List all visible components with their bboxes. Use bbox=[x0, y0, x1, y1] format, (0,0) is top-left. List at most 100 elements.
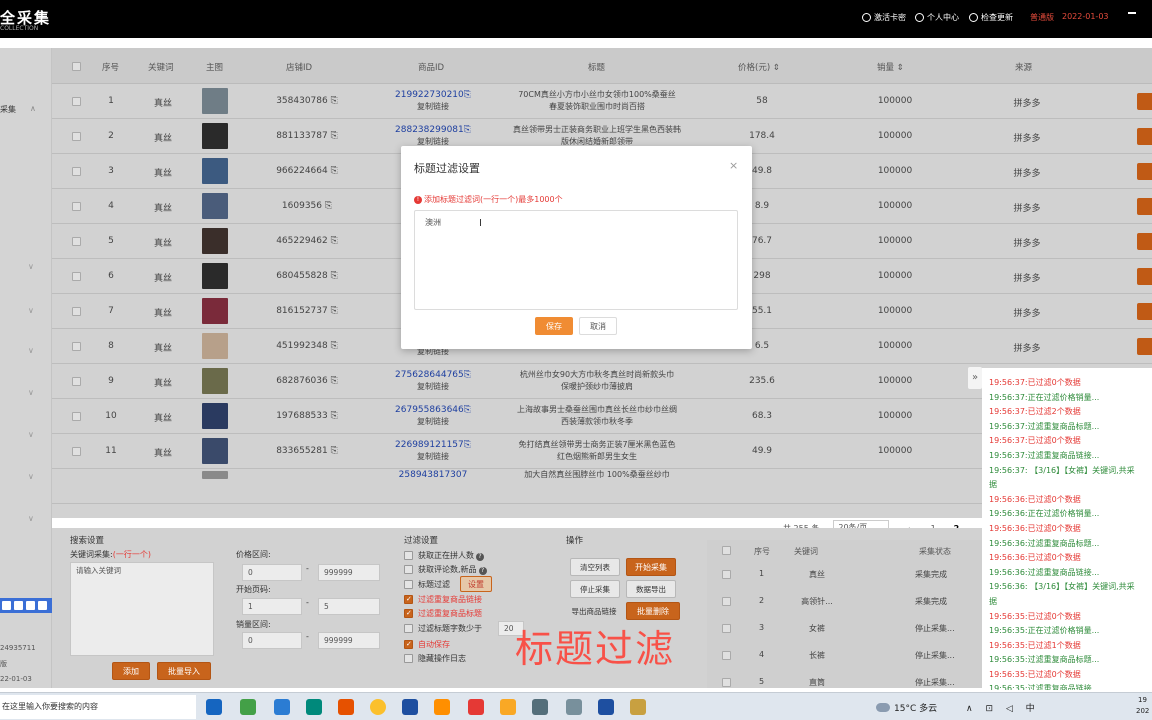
user-center-button[interactable]: 个人中心 bbox=[915, 12, 959, 23]
get-group-count-checkbox[interactable] bbox=[404, 551, 413, 560]
export-data-button[interactable]: 数据导出 bbox=[626, 580, 676, 598]
app-icon[interactable] bbox=[434, 699, 450, 715]
product-image[interactable] bbox=[202, 438, 228, 464]
row-shop-id[interactable]: 966224664 ⎘ bbox=[262, 166, 352, 176]
system-tray[interactable]: ∧ ⊡ ◁ 中 bbox=[966, 701, 1040, 714]
minimize-button[interactable] bbox=[1128, 12, 1136, 14]
title-filter-settings-button[interactable]: 设置 bbox=[460, 576, 492, 592]
row-checkbox[interactable] bbox=[72, 97, 81, 106]
product-image[interactable] bbox=[202, 158, 228, 184]
product-image[interactable] bbox=[202, 471, 228, 479]
activate-key-button[interactable]: 激活卡密 bbox=[862, 12, 906, 23]
sales-max-input[interactable]: 999999 bbox=[318, 632, 380, 649]
row-checkbox[interactable] bbox=[72, 237, 81, 246]
row-shop-id[interactable]: 451992348 ⎘ bbox=[262, 341, 352, 351]
col-sales[interactable]: 销量 ⇕ bbox=[877, 61, 904, 73]
app-icon[interactable] bbox=[274, 699, 290, 715]
dedupe-links-checkbox[interactable] bbox=[404, 595, 413, 604]
chevron-down-icon[interactable]: ∨ bbox=[28, 262, 34, 271]
wechat-icon[interactable] bbox=[240, 699, 256, 715]
col-price[interactable]: 价格(元) ⇕ bbox=[738, 61, 780, 73]
row-shop-id[interactable]: 881133787 ⎘ bbox=[262, 131, 352, 141]
sidebar-item-collect[interactable]: 采集 bbox=[0, 104, 16, 115]
row-shop-id[interactable]: 358430786 ⎘ bbox=[262, 96, 352, 106]
batch-import-button[interactable]: 批量导入 bbox=[157, 662, 211, 680]
row-checkbox[interactable] bbox=[72, 342, 81, 351]
page-min-input[interactable]: 1 bbox=[242, 598, 302, 615]
settings-icon[interactable] bbox=[2, 601, 11, 610]
row-checkbox[interactable] bbox=[72, 202, 81, 211]
product-image[interactable] bbox=[202, 368, 228, 394]
hide-log-checkbox[interactable] bbox=[404, 654, 413, 663]
row-shop-id[interactable]: 816152737 ⎘ bbox=[262, 306, 352, 316]
row-shop-id[interactable]: 1609356 ⎘ bbox=[262, 201, 352, 211]
app-icon[interactable] bbox=[532, 699, 548, 715]
app-icon[interactable] bbox=[338, 699, 354, 715]
row-action-button[interactable] bbox=[1137, 128, 1152, 145]
product-image[interactable] bbox=[202, 263, 228, 289]
row-checkbox[interactable] bbox=[72, 447, 81, 456]
copy-link[interactable]: 复制链接 bbox=[388, 451, 478, 463]
row-action-button[interactable] bbox=[1137, 268, 1152, 285]
cancel-button[interactable]: 取消 bbox=[579, 317, 617, 335]
edge-icon[interactable] bbox=[206, 699, 222, 715]
clear-list-button[interactable]: 清空列表 bbox=[570, 558, 620, 576]
add-button[interactable]: 添加 bbox=[112, 662, 150, 680]
copy-link[interactable]: 复制链接 bbox=[388, 381, 478, 393]
row-action-button[interactable] bbox=[1137, 198, 1152, 215]
task-checkbox[interactable] bbox=[722, 597, 731, 606]
row-action-button[interactable] bbox=[1137, 93, 1152, 110]
copy-link[interactable]: 复制链接 bbox=[388, 101, 478, 113]
app-icon[interactable] bbox=[630, 699, 646, 715]
list-icon[interactable] bbox=[14, 601, 23, 610]
row-checkbox[interactable] bbox=[72, 412, 81, 421]
task-checkbox[interactable] bbox=[722, 624, 731, 633]
row-product-id[interactable]: 267955863646⎘ 复制链接 bbox=[388, 404, 478, 428]
product-image[interactable] bbox=[202, 298, 228, 324]
task-checkbox[interactable] bbox=[722, 678, 731, 687]
auto-save-checkbox[interactable] bbox=[404, 640, 413, 649]
product-image[interactable] bbox=[202, 333, 228, 359]
product-image[interactable] bbox=[202, 88, 228, 114]
copy-link[interactable]: 复制链接 bbox=[388, 416, 478, 428]
collapse-log-button[interactable]: » bbox=[968, 367, 982, 389]
row-shop-id[interactable]: 833655281 ⎘ bbox=[262, 446, 352, 456]
row-action-button[interactable] bbox=[1137, 163, 1152, 180]
chevron-down-icon[interactable]: ∨ bbox=[28, 514, 34, 523]
help-icon[interactable]: ? bbox=[478, 567, 487, 575]
title-filter-checkbox[interactable] bbox=[404, 580, 413, 589]
chevron-down-icon[interactable]: ∨ bbox=[28, 346, 34, 355]
folder-icon[interactable] bbox=[500, 699, 516, 715]
row-shop-id[interactable]: 465229462 ⎘ bbox=[262, 236, 352, 246]
page-max-input[interactable]: 5 bbox=[318, 598, 380, 615]
task-checkbox[interactable] bbox=[722, 570, 731, 579]
chevron-down-icon[interactable]: ∨ bbox=[28, 472, 34, 481]
select-all-tasks-checkbox[interactable] bbox=[722, 546, 731, 555]
chevron-down-icon[interactable]: ∨ bbox=[28, 306, 34, 315]
chrome-icon[interactable] bbox=[370, 699, 386, 715]
save-button[interactable]: 保存 bbox=[535, 317, 573, 335]
chevron-down-icon[interactable]: ∨ bbox=[28, 430, 34, 439]
row-shop-id[interactable]: 197688533 ⎘ bbox=[262, 411, 352, 421]
price-min-input[interactable]: 0 bbox=[242, 564, 302, 581]
row-product-id[interactable]: 258943817307 bbox=[388, 469, 478, 481]
dedupe-titles-checkbox[interactable] bbox=[404, 609, 413, 618]
row-checkbox[interactable] bbox=[72, 307, 81, 316]
row-action-button[interactable] bbox=[1137, 233, 1152, 250]
get-comments-checkbox[interactable] bbox=[404, 565, 413, 574]
row-checkbox[interactable] bbox=[72, 377, 81, 386]
price-max-input[interactable]: 999999 bbox=[318, 564, 380, 581]
row-shop-id[interactable]: 680455828 ⎘ bbox=[262, 271, 352, 281]
close-icon[interactable]: × bbox=[729, 159, 738, 172]
row-product-id[interactable]: 288238299081⎘ 复制链接 bbox=[388, 124, 478, 148]
sales-min-input[interactable]: 0 bbox=[242, 632, 302, 649]
app-icon[interactable] bbox=[306, 699, 322, 715]
app-icon[interactable] bbox=[402, 699, 418, 715]
filter-words-textarea[interactable] bbox=[414, 210, 738, 310]
select-all-checkbox[interactable] bbox=[72, 62, 81, 71]
product-image[interactable] bbox=[202, 228, 228, 254]
start-collect-button[interactable]: 开始采集 bbox=[626, 558, 676, 576]
product-image[interactable] bbox=[202, 403, 228, 429]
taskbar-search[interactable]: 在这里输入你要搜索的内容 bbox=[0, 695, 196, 719]
row-checkbox[interactable] bbox=[72, 132, 81, 141]
